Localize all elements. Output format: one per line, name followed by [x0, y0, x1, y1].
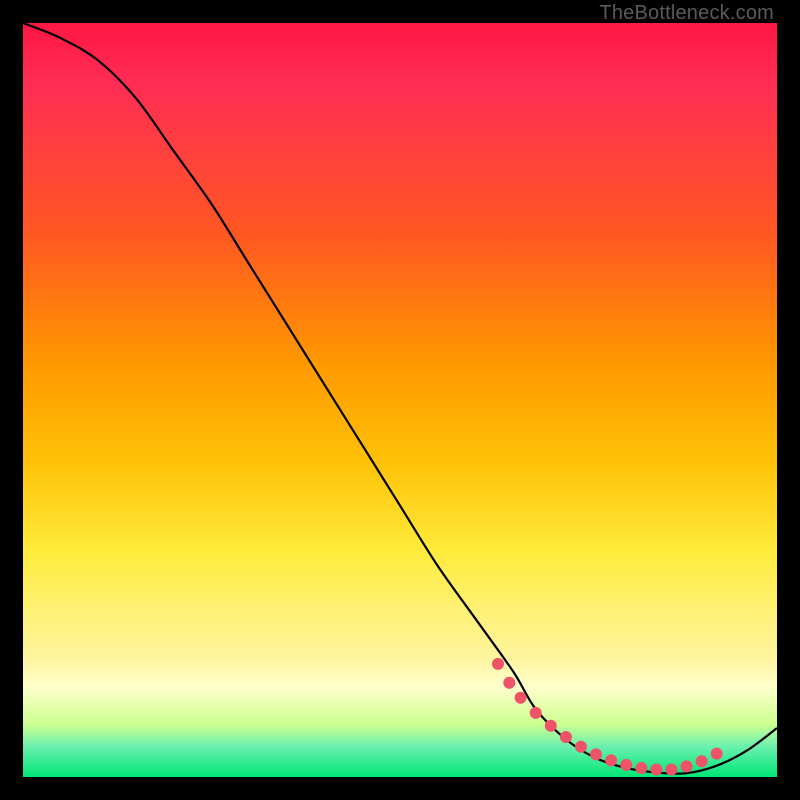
curve-layer: [23, 23, 777, 777]
curve-marker: [575, 741, 587, 753]
curve-marker: [503, 677, 515, 689]
curve-marker: [696, 755, 708, 767]
curve-marker: [590, 748, 602, 760]
curve-marker: [681, 760, 693, 772]
marker-group: [492, 658, 723, 776]
bottleneck-curve: [23, 23, 777, 774]
chart-frame: TheBottleneck.com: [0, 0, 800, 800]
curve-marker: [650, 764, 662, 776]
curve-marker: [665, 764, 677, 776]
curve-marker: [492, 658, 504, 670]
curve-marker: [545, 720, 557, 732]
curve-marker: [515, 692, 527, 704]
curve-marker: [635, 762, 647, 774]
gradient-plot-area: [23, 23, 777, 777]
curve-marker: [530, 707, 542, 719]
curve-marker: [560, 731, 572, 743]
curve-marker: [711, 748, 723, 760]
watermark-text: TheBottleneck.com: [599, 2, 774, 25]
curve-marker: [605, 754, 617, 766]
curve-marker: [620, 759, 632, 771]
